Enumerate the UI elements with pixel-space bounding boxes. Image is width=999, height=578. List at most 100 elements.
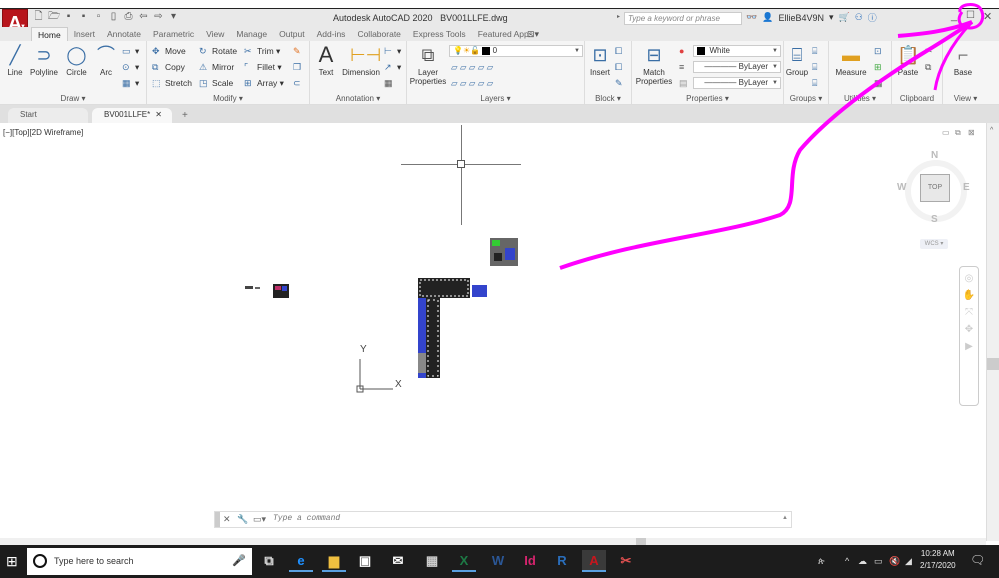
layer-properties-button[interactable]: ⧉ Layer Properties [409, 44, 447, 86]
compass-west[interactable]: W [897, 182, 906, 193]
horizontal-scrollbar[interactable] [0, 538, 986, 545]
tab-home[interactable]: Home [31, 27, 68, 41]
explode-icon[interactable]: ❒ [293, 62, 306, 73]
taskbar-search[interactable]: Type here to search 🎤 [27, 548, 252, 575]
tab-express-tools[interactable]: Express Tools [407, 27, 472, 41]
windows-start-icon[interactable]: ⊞ [6, 553, 18, 570]
compass-north[interactable]: N [931, 150, 938, 161]
username[interactable]: EllieB4V9N [778, 13, 824, 23]
save-icon[interactable]: ▪ [63, 11, 74, 22]
scroll-up-icon[interactable]: ^ [990, 127, 993, 134]
tab-collaborate[interactable]: Collaborate [351, 27, 406, 41]
battery-icon[interactable]: ▭ [874, 556, 883, 567]
steering-wheel-icon[interactable]: ◎ [960, 273, 978, 284]
taskbar-mail-icon[interactable]: ✉ [386, 550, 410, 572]
orbit-icon[interactable]: ✥ [960, 324, 978, 335]
dimension-button[interactable]: ⊢⊣ Dimension [341, 44, 381, 77]
people-icon[interactable]: ጵ [818, 556, 825, 567]
microphone-icon[interactable]: 🎤 [232, 554, 246, 567]
close-tab-icon[interactable]: ✕ [155, 110, 162, 119]
cut-icon[interactable]: ✂ [925, 46, 938, 57]
print-icon[interactable]: ⎙ [123, 11, 134, 22]
user-icon[interactable]: 👤 [762, 12, 773, 23]
new-tab-button[interactable]: + [182, 110, 188, 121]
edit-block-icon[interactable]: ⧠ [615, 62, 628, 73]
trim-button[interactable]: ✂ Trim ▾ [244, 46, 280, 57]
linetype-dropdown[interactable]: ———— ByLayer ▼ [693, 61, 781, 73]
utilities-panel-label[interactable]: Utilities ▾ [829, 94, 891, 103]
stretch-button[interactable]: ⬚ Stretch [152, 78, 192, 89]
viewport-minimize-icon[interactable]: ▭ [942, 128, 950, 137]
cart-icon[interactable]: 🛒 [839, 12, 850, 23]
select-all-icon[interactable]: ⊞ [874, 62, 887, 73]
tab-view[interactable]: View [200, 27, 230, 41]
help-icon[interactable]: ⓘ [868, 11, 877, 24]
taskbar-file-explorer-icon[interactable]: ▆ [322, 550, 346, 572]
customize-icon[interactable]: 🔧 [237, 514, 248, 525]
command-input[interactable] [273, 514, 753, 523]
vertical-scroll-thumb[interactable] [987, 358, 999, 370]
binoculars-icon[interactable]: 👓 [746, 12, 757, 23]
annotation-panel-label[interactable]: Annotation ▾ [310, 94, 406, 103]
open-web-icon[interactable]: ▫ [93, 11, 104, 22]
notifications-icon[interactable]: 🗨 [970, 553, 985, 567]
tab-start[interactable]: Start [8, 108, 88, 123]
recent-commands-icon[interactable]: ▭▾ [253, 514, 266, 525]
layer-tools-row1[interactable]: ⏥ ⏥ ⏥ ⏥ ⏥ [451, 62, 493, 73]
rectangle-button[interactable]: ▭ ▾ [122, 46, 139, 57]
tab-parametric[interactable]: Parametric [147, 27, 200, 41]
tab-manage[interactable]: Manage [230, 27, 273, 41]
onedrive-icon[interactable]: ☁ [858, 556, 867, 567]
clock[interactable]: 10:28 AM 2/17/2020 [920, 548, 956, 572]
help-search-input[interactable]: Type a keyword or phrase [624, 12, 742, 25]
minimize-button[interactable]: _ [951, 10, 957, 22]
show-hidden-icons[interactable]: ^ [845, 556, 849, 566]
draw-panel-label[interactable]: Draw ▾ [0, 94, 146, 103]
command-line-grip[interactable] [215, 512, 220, 527]
taskbar-task-view-icon[interactable]: ⧉ [257, 550, 281, 572]
line-button[interactable]: ╱ Line [4, 44, 26, 77]
mirror-button[interactable]: ⚠ Mirror [199, 62, 234, 73]
group-select-icon[interactable]: ⌸ [812, 78, 825, 89]
command-history-icon[interactable]: ▲ [782, 515, 788, 521]
close-button[interactable]: ✕ [983, 10, 992, 23]
quick-select-icon[interactable]: ⊡ [874, 46, 887, 57]
paste-button[interactable]: 📋 Paste [896, 44, 920, 77]
lineweight-dropdown[interactable]: ———— ByLayer ▼ [693, 77, 781, 89]
offset-icon[interactable]: ⊂ [293, 78, 306, 89]
base-button[interactable]: ⌐ Base [949, 44, 977, 77]
tab-insert[interactable]: Insert [68, 27, 101, 41]
view-panel-label[interactable]: View ▾ [943, 94, 988, 103]
undo-icon[interactable]: ⇦ [138, 11, 149, 22]
tab-output[interactable]: Output [273, 27, 311, 41]
table-icon[interactable]: ▦ [384, 78, 397, 89]
fillet-button[interactable]: ⌜ Fillet ▾ [244, 62, 282, 73]
calculator-icon[interactable]: ▦ [874, 78, 887, 89]
copy-clip-icon[interactable]: ⧉ [925, 62, 938, 73]
array-button[interactable]: ⊞ Array ▾ [244, 78, 284, 89]
circle-button[interactable]: ◯ Circle [64, 44, 89, 77]
layer-tools-row2[interactable]: ⏥ ⏥ ⏥ ⏥ ⏥ [451, 78, 493, 89]
modify-panel-label[interactable]: Modify ▾ [147, 94, 309, 103]
linear-dim-icon[interactable]: ⊢ ▾ [384, 46, 401, 57]
text-button[interactable]: A Text [314, 44, 338, 78]
taskbar-indesign-icon[interactable]: Id [518, 550, 542, 572]
move-button[interactable]: ✥ Move [152, 46, 186, 57]
pan-icon[interactable]: ✋ [960, 290, 978, 301]
save-as-icon[interactable]: ▪ [78, 11, 89, 22]
open-icon[interactable]: 🗁 [48, 11, 60, 22]
group-button[interactable]: ⌸ Group [785, 44, 809, 77]
taskbar-calculator-icon[interactable]: ▦ [420, 550, 444, 572]
groups-panel-label[interactable]: Groups ▾ [784, 94, 828, 103]
close-command-icon[interactable]: ✕ [223, 514, 231, 525]
maximize-button[interactable]: ☐ [966, 10, 975, 21]
horizontal-scroll-thumb[interactable] [636, 538, 646, 545]
redo-icon[interactable]: ⇨ [153, 11, 164, 22]
new-icon[interactable]: 🗋 [33, 11, 44, 22]
taskbar-snipping-tool-icon[interactable]: ✂ [614, 550, 638, 572]
layers-panel-label[interactable]: Layers ▾ [407, 94, 584, 103]
scale-button[interactable]: ◳ Scale [199, 78, 233, 89]
viewcube-top-face[interactable]: TOP [920, 174, 950, 202]
compass-east[interactable]: E [963, 182, 970, 193]
taskbar-word-icon[interactable]: W [486, 550, 510, 572]
